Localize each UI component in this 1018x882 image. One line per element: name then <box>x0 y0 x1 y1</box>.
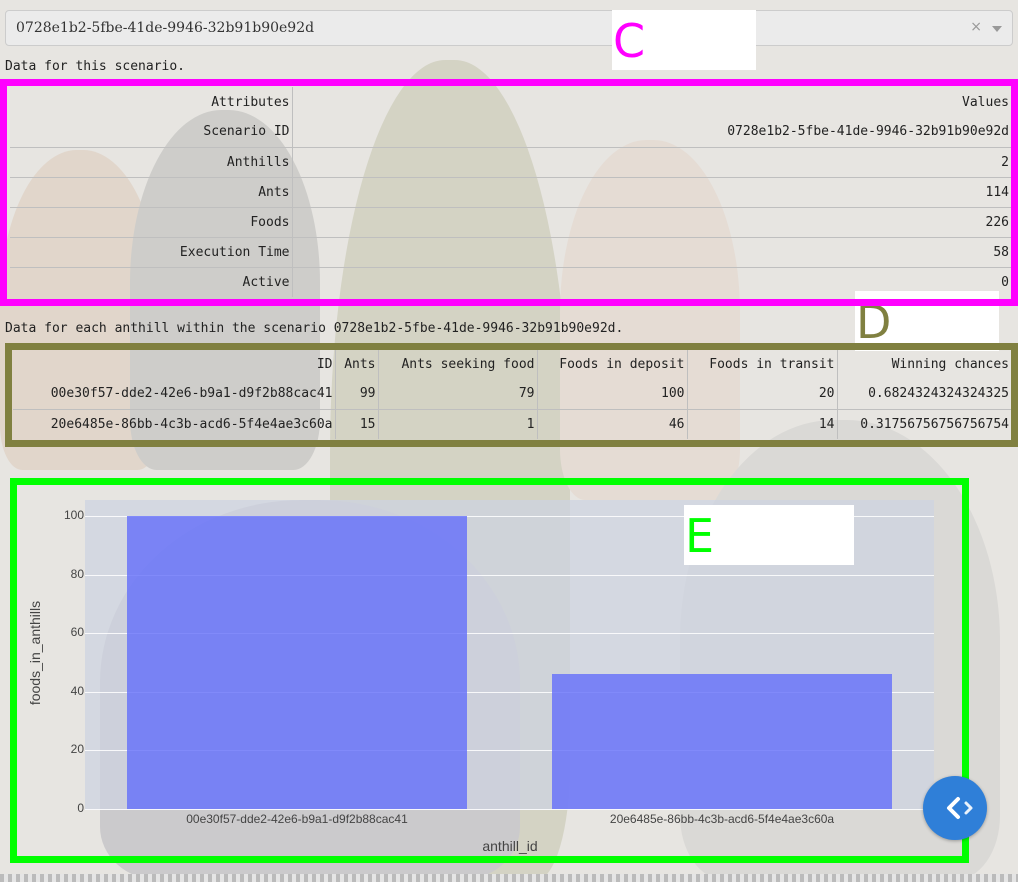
annotation-label-e-text: E <box>685 509 715 563</box>
anthills-caption: Data for each anthill within the scenari… <box>5 321 624 336</box>
column-header-ants: Ants <box>334 349 378 379</box>
annotation-label-e: E <box>684 505 854 565</box>
winning-chances-cell: 0.31756756756756754 <box>836 408 1011 439</box>
column-header-winning-chances: Winning chances <box>836 349 1011 379</box>
y-tick-label: 80 <box>70 567 84 581</box>
foods-in-deposit-cell: 100 <box>536 379 687 409</box>
y-tick-label: 0 <box>77 801 84 815</box>
table-row: 20e6485e-86bb-4c3b-acd6-5f4e4ae3c60a 15 … <box>13 408 1011 439</box>
y-tick-label: 100 <box>63 508 84 522</box>
annotation-label-d-text: D <box>856 295 892 349</box>
foods-in-transit-cell: 14 <box>686 408 837 439</box>
gridline <box>85 809 934 810</box>
x-axis-title: anthill_id <box>482 838 538 854</box>
clear-icon[interactable]: × <box>970 19 982 35</box>
ants-seeking-food-cell: 79 <box>377 379 537 409</box>
bottom-border <box>0 874 1018 882</box>
annotation-label-d: D <box>855 291 999 351</box>
table-row: 00e30f57-dde2-42e6-b9a1-d9f2b88cac41 99 … <box>13 379 1011 409</box>
table-row: Execution Time 58 <box>10 236 1011 267</box>
table-row: Anthills 2 <box>10 146 1011 177</box>
attribute-cell: Scenario ID <box>203 124 290 140</box>
anthill-table: ID Ants Ants seeking food Foods in depos… <box>13 349 1011 439</box>
column-header-attributes: Attributes <box>211 94 290 110</box>
foods-in-deposit-cell: 46 <box>536 408 687 439</box>
foods-in-transit-cell: 20 <box>686 379 837 409</box>
value-cell: 2 <box>291 146 1011 177</box>
value-cell: 226 <box>291 206 1011 237</box>
attribute-cell: Execution Time <box>10 236 292 267</box>
ants-seeking-food-cell: 1 <box>377 408 537 439</box>
column-header-id: ID <box>316 356 333 372</box>
annotation-label-c: C <box>612 10 756 70</box>
table-row: Foods 226 <box>10 206 1011 237</box>
bar <box>552 674 892 809</box>
ants-cell: 99 <box>334 379 378 409</box>
x-tick-label: 00e30f57-dde2-42e6-b9a1-d9f2b88cac41 <box>186 812 408 826</box>
table-header-row: Attributes Values <box>10 87 1011 117</box>
id-cell: 20e6485e-86bb-4c3b-acd6-5f4e4ae3c60a <box>13 408 335 439</box>
column-header-foods-in-transit: Foods in transit <box>686 349 837 379</box>
chevron-down-icon[interactable] <box>992 26 1002 32</box>
bar <box>127 516 467 809</box>
x-tick-label: 20e6485e-86bb-4c3b-acd6-5f4e4ae3c60a <box>609 812 835 826</box>
table-row: Ants 114 <box>10 176 1011 207</box>
attribute-cell: Foods <box>10 206 292 237</box>
value-cell: 114 <box>291 176 1011 207</box>
table-header-row: ID Ants Ants seeking food Foods in depos… <box>13 349 1011 379</box>
value-cell: 0728e1b2-5fbe-41de-9946-32b91b90e92d <box>291 117 1011 147</box>
y-axis-title: foods_in_anthills <box>27 600 43 706</box>
y-tick-label: 40 <box>70 684 84 698</box>
id-cell: 00e30f57-dde2-42e6-b9a1-d9f2b88cac41 <box>50 386 333 402</box>
column-header-foods-in-deposit: Foods in deposit <box>536 349 687 379</box>
scenario-table: Attributes Values Scenario ID 0728e1b2-5f… <box>10 87 1011 297</box>
ants-cell: 15 <box>334 408 378 439</box>
attribute-cell: Anthills <box>10 146 292 177</box>
chevron-left-right-icon <box>947 797 973 819</box>
attribute-cell: Ants <box>10 176 292 207</box>
attribute-cell: Active <box>10 266 292 297</box>
scenario-select-value: 0728e1b2-5fbe-41de-9946-32b91b90e92d <box>16 20 315 36</box>
winning-chances-cell: 0.6824324324324325 <box>836 379 1011 409</box>
table-row: Scenario ID 0728e1b2-5fbe-41de-9946-32b91… <box>10 117 1011 147</box>
y-tick-label: 60 <box>70 625 84 639</box>
column-header-values: Values <box>291 87 1011 117</box>
scenario-caption: Data for this scenario. <box>5 59 186 74</box>
value-cell: 58 <box>291 236 1011 267</box>
y-tick-label: 20 <box>70 742 84 756</box>
scenario-select[interactable]: 0728e1b2-5fbe-41de-9946-32b91b90e92d × <box>5 10 1013 46</box>
annotation-label-c-text: C <box>613 14 646 68</box>
column-header-ants-seeking-food: Ants seeking food <box>377 349 537 379</box>
navigation-button[interactable] <box>923 776 987 840</box>
